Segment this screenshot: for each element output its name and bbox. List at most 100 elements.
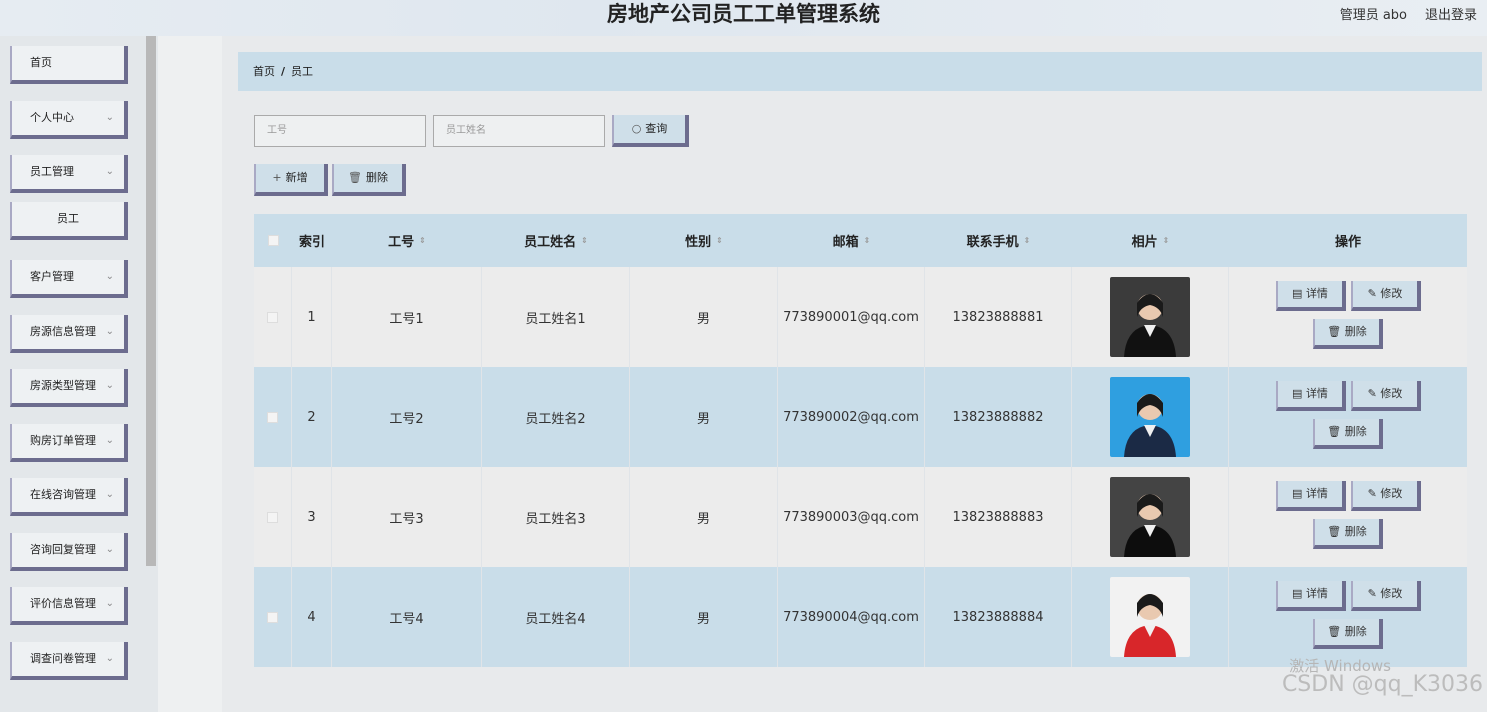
name-search-input[interactable]: 员工姓名 bbox=[433, 115, 605, 147]
sidebar-item-label: 房源类型管理 bbox=[30, 379, 96, 392]
detail-label: 详情 bbox=[1305, 387, 1328, 400]
cell-photo bbox=[1072, 267, 1229, 367]
trash-icon: 🗑 bbox=[348, 171, 362, 184]
table-row: 2 工号2 员工姓名2 男 773890002@qq.com 138238888… bbox=[254, 367, 1467, 467]
edit-button[interactable]: ✎ 修改 bbox=[1351, 481, 1421, 511]
cell-email: 773890004@qq.com bbox=[778, 567, 925, 667]
cell-id: 工号2 bbox=[332, 367, 482, 467]
edit-label: 修改 bbox=[1380, 487, 1403, 500]
row-select-cell[interactable] bbox=[254, 567, 292, 667]
select-all-cell[interactable] bbox=[254, 214, 292, 267]
table-row: 4 工号4 员工姓名4 男 773890004@qq.com 138238888… bbox=[254, 567, 1467, 667]
cell-email: 773890002@qq.com bbox=[778, 367, 925, 467]
chevron-down-icon: ⌄ bbox=[105, 112, 114, 123]
employee-photo[interactable] bbox=[1110, 477, 1190, 557]
header-id[interactable]: 工号 ⇕ bbox=[332, 214, 482, 267]
header-photo[interactable]: 相片 ⇕ bbox=[1072, 214, 1229, 267]
row-checkbox[interactable] bbox=[267, 411, 278, 423]
sidebar-subitem-staff[interactable]: 员工 bbox=[10, 202, 128, 240]
sidebar-item-consult[interactable]: 在线咨询管理 ⌄ bbox=[10, 478, 128, 516]
sort-icon: ⇕ bbox=[1023, 236, 1031, 245]
delete-button[interactable]: 🗑 删除 bbox=[1313, 319, 1383, 349]
cell-id: 工号3 bbox=[332, 467, 482, 567]
header-name[interactable]: 员工姓名 ⇕ bbox=[482, 214, 630, 267]
row-checkbox[interactable] bbox=[267, 611, 278, 623]
edit-button[interactable]: ✎ 修改 bbox=[1351, 281, 1421, 311]
edit-button[interactable]: ✎ 修改 bbox=[1351, 381, 1421, 411]
edit-button[interactable]: ✎ 修改 bbox=[1351, 581, 1421, 611]
header-index: 索引 bbox=[298, 235, 325, 250]
header-email[interactable]: 邮箱 ⇕ bbox=[778, 214, 925, 267]
header-photo-label: 相片 bbox=[1131, 235, 1158, 250]
breadcrumb-separator: / bbox=[281, 65, 286, 78]
breadcrumb-home[interactable]: 首页 bbox=[253, 65, 275, 78]
edit-label: 修改 bbox=[1380, 287, 1403, 300]
cell-gender: 男 bbox=[630, 467, 778, 567]
header-gender-label: 性别 bbox=[685, 235, 712, 250]
breadcrumb: 首页 / 员工 bbox=[238, 52, 1482, 91]
sidebar-item-home[interactable]: 首页 bbox=[10, 46, 128, 84]
delete-button[interactable]: 🗑 删除 bbox=[1313, 619, 1383, 649]
sidebar-item-house-info[interactable]: 房源信息管理 ⌄ bbox=[10, 315, 128, 353]
logout-link[interactable]: 退出登录 bbox=[1425, 4, 1477, 23]
cell-actions: ▤ 详情 ✎ 修改 🗑 删除 bbox=[1229, 367, 1467, 467]
cell-name: 员工姓名1 bbox=[482, 267, 630, 367]
header-phone[interactable]: 联系手机 ⇕ bbox=[925, 214, 1072, 267]
detail-button[interactable]: ▤ 详情 bbox=[1276, 381, 1346, 411]
detail-button[interactable]: ▤ 详情 bbox=[1276, 281, 1346, 311]
chevron-down-icon: ⌄ bbox=[105, 435, 114, 446]
table-header: 索引 工号 ⇕ 员工姓名 ⇕ 性别 ⇕ 邮箱 ⇕ 联系手机 ⇕ 相片 ⇕ 操作 bbox=[254, 214, 1467, 267]
header-gender[interactable]: 性别 ⇕ bbox=[630, 214, 778, 267]
cell-gender: 男 bbox=[630, 567, 778, 667]
document-icon: ▤ bbox=[1292, 287, 1306, 300]
detail-button[interactable]: ▤ 详情 bbox=[1276, 481, 1346, 511]
document-icon: ▤ bbox=[1292, 487, 1306, 500]
delete-button[interactable]: 🗑 删除 bbox=[1313, 419, 1383, 449]
sidebar-item-house-type[interactable]: 房源类型管理 ⌄ bbox=[10, 369, 128, 407]
row-select-cell[interactable] bbox=[254, 267, 292, 367]
document-icon: ▤ bbox=[1292, 587, 1306, 600]
select-all-checkbox[interactable] bbox=[267, 235, 279, 246]
sidebar-scrollbar[interactable] bbox=[146, 36, 156, 566]
cell-id: 工号1 bbox=[332, 267, 482, 367]
table-row: 1 工号1 员工姓名1 男 773890001@qq.com 138238888… bbox=[254, 267, 1467, 367]
search-icon: ○ bbox=[631, 122, 642, 135]
employee-photo[interactable] bbox=[1110, 577, 1190, 657]
sort-icon: ⇕ bbox=[419, 236, 426, 245]
header-email-label: 邮箱 bbox=[832, 235, 859, 250]
delete-label: 删除 bbox=[1344, 525, 1367, 538]
sidebar-item-personal[interactable]: 个人中心 ⌄ bbox=[10, 101, 128, 139]
sidebar-item-label: 个人中心 bbox=[30, 111, 74, 124]
detail-button[interactable]: ▤ 详情 bbox=[1276, 581, 1346, 611]
document-icon: ▤ bbox=[1292, 387, 1306, 400]
sidebar-item-survey[interactable]: 调查问卷管理 ⌄ bbox=[10, 642, 128, 680]
chevron-down-icon: ⌄ bbox=[105, 271, 114, 282]
cell-phone: 13823888882 bbox=[925, 367, 1072, 467]
top-bar: 房地产公司员工工单管理系统 管理员 abo 退出登录 bbox=[0, 0, 1487, 36]
delete-button-label: 删除 bbox=[365, 171, 388, 184]
row-select-cell[interactable] bbox=[254, 367, 292, 467]
query-button[interactable]: ○ 查询 bbox=[612, 115, 689, 147]
sidebar-item-orders[interactable]: 购房订单管理 ⌄ bbox=[10, 424, 128, 462]
add-button[interactable]: + 新增 bbox=[254, 164, 328, 196]
chevron-down-icon: ⌄ bbox=[105, 598, 114, 609]
sidebar-item-customer[interactable]: 客户管理 ⌄ bbox=[10, 260, 128, 298]
cell-actions: ▤ 详情 ✎ 修改 🗑 删除 bbox=[1229, 467, 1467, 567]
trash-icon: 🗑 bbox=[1327, 425, 1345, 438]
sidebar-item-review[interactable]: 评价信息管理 ⌄ bbox=[10, 587, 128, 625]
chevron-down-icon: ⌄ bbox=[105, 166, 114, 177]
bulk-delete-button[interactable]: 🗑 删除 bbox=[332, 164, 406, 196]
sidebar-item-staff-mgmt[interactable]: 员工管理 ⌄ bbox=[10, 155, 128, 193]
delete-button[interactable]: 🗑 删除 bbox=[1313, 519, 1383, 549]
employee-photo[interactable] bbox=[1110, 277, 1190, 357]
csdn-watermark: CSDN @qq_K3036 bbox=[1281, 672, 1483, 697]
sidebar-item-reply[interactable]: 咨询回复管理 ⌄ bbox=[10, 533, 128, 571]
employee-photo[interactable] bbox=[1110, 377, 1190, 457]
detail-label: 详情 bbox=[1305, 487, 1328, 500]
sort-icon: ⇕ bbox=[716, 236, 723, 245]
id-search-input[interactable]: 工号 bbox=[254, 115, 426, 147]
pencil-icon: ✎ bbox=[1367, 487, 1381, 500]
row-select-cell[interactable] bbox=[254, 467, 292, 567]
row-checkbox[interactable] bbox=[267, 511, 278, 523]
row-checkbox[interactable] bbox=[267, 311, 278, 323]
